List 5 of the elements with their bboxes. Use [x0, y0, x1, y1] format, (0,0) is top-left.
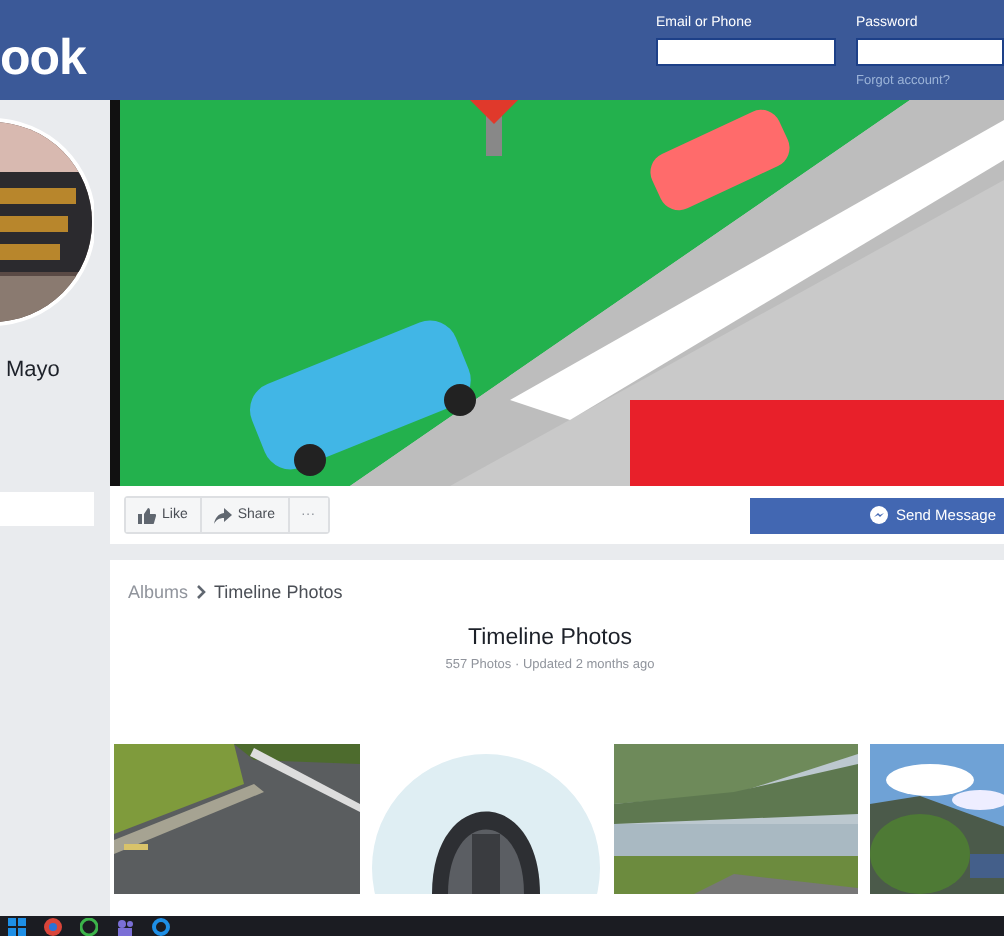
logo-text[interactable]: ook	[0, 30, 86, 88]
breadcrumb-current: Timeline Photos	[214, 582, 343, 602]
page-name: Mayo	[6, 358, 62, 384]
album-title: Timeline Photos	[467, 626, 633, 650]
breadcrumb-link[interactable]: Albums	[128, 582, 189, 602]
